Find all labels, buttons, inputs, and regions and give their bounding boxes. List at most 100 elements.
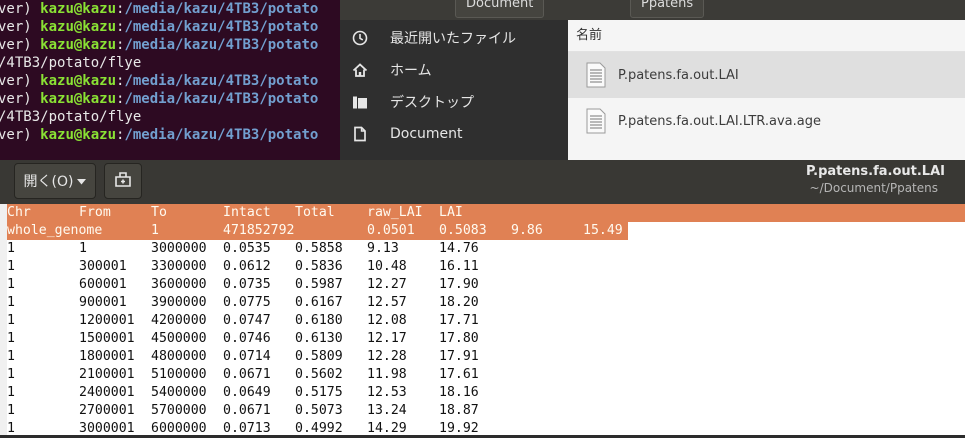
terminal-prompt-path: /media/kazu/4TB3/potato (124, 127, 319, 143)
text-editor-window: 開く(O) P.patens.fa.out.LAI ~/Document/Ppa… (0, 160, 965, 436)
table-cell: 600001 (79, 277, 127, 292)
table-cell: 471852792 (223, 223, 295, 238)
table-cell: 4200000 (151, 313, 207, 328)
table-cell: 0.5602 (295, 367, 343, 382)
table-cell: 11.98 (367, 367, 407, 382)
terminal-window[interactable]: ver) kazu@kazu:/media/kazu/4TB3/potato ve… (0, 0, 340, 160)
table-cell: 3300000 (151, 259, 207, 274)
table-row-whole-genome: whole_genome 1 471852792 0.0501 0.5083 9.86 15… (7, 222, 628, 240)
table-cell: 0.5175 (295, 385, 343, 400)
table-cell: 0.0746 (223, 331, 271, 346)
table-cell: 2100001 (79, 367, 135, 382)
document-title: P.patens.fa.out.LAI (805, 164, 945, 179)
sidebar-item-desktop[interactable]: デスクトップ (340, 86, 568, 118)
table-cell: 0.0735 (223, 277, 271, 292)
table-cell: 18.87 (439, 403, 479, 418)
table-cell: whole_genome (7, 223, 103, 238)
terminal-prompt-prefix: ver) (0, 73, 41, 89)
table-cell: 1500001 (79, 331, 135, 346)
table-cell: 17.80 (439, 331, 479, 346)
file-row-lai[interactable]: P.patens.fa.out.LAI (568, 52, 965, 98)
text-file-icon (586, 62, 606, 88)
table-cell: 0.6130 (295, 331, 343, 346)
table-cell: 1 (7, 313, 15, 328)
document-icon (351, 125, 369, 143)
table-cell: 1 (7, 295, 15, 310)
file-row-lai-ltr[interactable]: P.patens.fa.out.LAI.LTR.ava.age (568, 98, 965, 144)
table-cell: 16.11 (439, 259, 479, 274)
open-button[interactable]: 開く(O) (14, 163, 96, 199)
terminal-prompt-path: /media/kazu/4TB3/potato (124, 37, 319, 53)
table-cell: 4500000 (151, 331, 207, 346)
text-file-icon (586, 108, 606, 134)
table-cell: 1200001 (79, 313, 135, 328)
terminal-prompt-user: kazu@kazu (40, 127, 117, 143)
table-cell: 1800001 (79, 349, 135, 364)
table-cell: Total (295, 205, 335, 220)
table-cell: 18.16 (439, 385, 479, 400)
terminal-output-text: /4TB3/potato/flye (0, 55, 142, 71)
table-cell: 10.48 (367, 259, 407, 274)
table-cell: 5100000 (151, 367, 207, 382)
table-cell: 0.0612 (223, 259, 271, 274)
table-cell: 1 (79, 241, 87, 256)
editor-text-area[interactable]: Chr From To Intact Total raw_LAI LAI whole_geno… (7, 204, 965, 436)
table-cell: 1 (7, 421, 15, 436)
table-cell: 0.5987 (295, 277, 343, 292)
table-cell: 1 (151, 223, 159, 238)
table-cell: 300001 (79, 259, 127, 274)
breadcrumb-document[interactable]: Document (455, 0, 545, 18)
table-cell: 2700001 (79, 403, 135, 418)
table-cell: 1 (7, 331, 15, 346)
table-cell: From (79, 205, 111, 220)
table-cell: 0.6180 (295, 313, 343, 328)
terminal-prompt-user: kazu@kazu (40, 19, 117, 35)
table-cell: 5400000 (151, 385, 207, 400)
terminal-line: /4TB3/potato/flye (0, 108, 340, 126)
table-cell: 1 (7, 241, 15, 256)
sidebar-item-document[interactable]: Document (340, 118, 568, 150)
editor-header-bar: 開く(O) P.patens.fa.out.LAI ~/Document/Ppa… (0, 160, 965, 204)
open-button-label: 開く(O) (23, 174, 74, 190)
sidebar-item-label: デスクトップ (390, 95, 474, 111)
terminal-prompt-prefix: ver) (0, 19, 41, 35)
editor-left-margin (0, 204, 7, 435)
table-cell: 17.61 (439, 367, 479, 382)
table-cell: 3900000 (151, 295, 207, 310)
table-cell: 1 (7, 385, 15, 400)
table-cell: 0.6167 (295, 295, 343, 310)
terminal-line: ver) kazu@kazu:/media/kazu/4TB3/potato (0, 0, 340, 18)
table-cell: 2400001 (79, 385, 135, 400)
table-cell: 12.57 (367, 295, 407, 310)
chevron-down-icon (77, 173, 87, 189)
terminal-output-text: /4TB3/potato/flye (0, 109, 142, 125)
table-cell: 0.0671 (223, 367, 271, 382)
table-cell: 17.91 (439, 349, 479, 364)
terminal-prompt-user: kazu@kazu (40, 1, 117, 17)
terminal-prompt-path: /media/kazu/4TB3/potato (124, 91, 319, 107)
column-header-name[interactable]: 名前 (568, 20, 965, 52)
terminal-prompt-path: /media/kazu/4TB3/potato (124, 73, 319, 89)
sidebar-item-recent[interactable]: 最近開いたファイル (340, 22, 568, 54)
table-cell: 17.71 (439, 313, 479, 328)
terminal-line: /4TB3/potato/flye (0, 54, 340, 72)
table-cell: 6000000 (151, 421, 207, 436)
table-cell: 3600000 (151, 277, 207, 292)
sidebar-item-label: ホーム (390, 63, 432, 79)
new-document-button[interactable] (104, 163, 142, 199)
sidebar-item-label: Document (390, 126, 463, 142)
terminal-prompt-prefix: ver) (0, 91, 41, 107)
breadcrumb-ppatens[interactable]: Ppatens (630, 0, 705, 18)
table-cell: 18.20 (439, 295, 479, 310)
sidebar-item-label: 最近開いたファイル (390, 31, 516, 47)
table-cell: 0.0714 (223, 349, 271, 364)
terminal-prompt-user: kazu@kazu (40, 91, 117, 107)
table-cell: 4800000 (151, 349, 207, 364)
table-cell: 0.0671 (223, 403, 271, 418)
folder-icon (351, 93, 369, 111)
file-name: P.patens.fa.out.LAI (618, 67, 739, 83)
new-document-icon (115, 171, 131, 191)
table-cell: 0.0775 (223, 295, 271, 310)
clock-icon (351, 29, 369, 47)
sidebar-item-home[interactable]: ホーム (340, 54, 568, 86)
